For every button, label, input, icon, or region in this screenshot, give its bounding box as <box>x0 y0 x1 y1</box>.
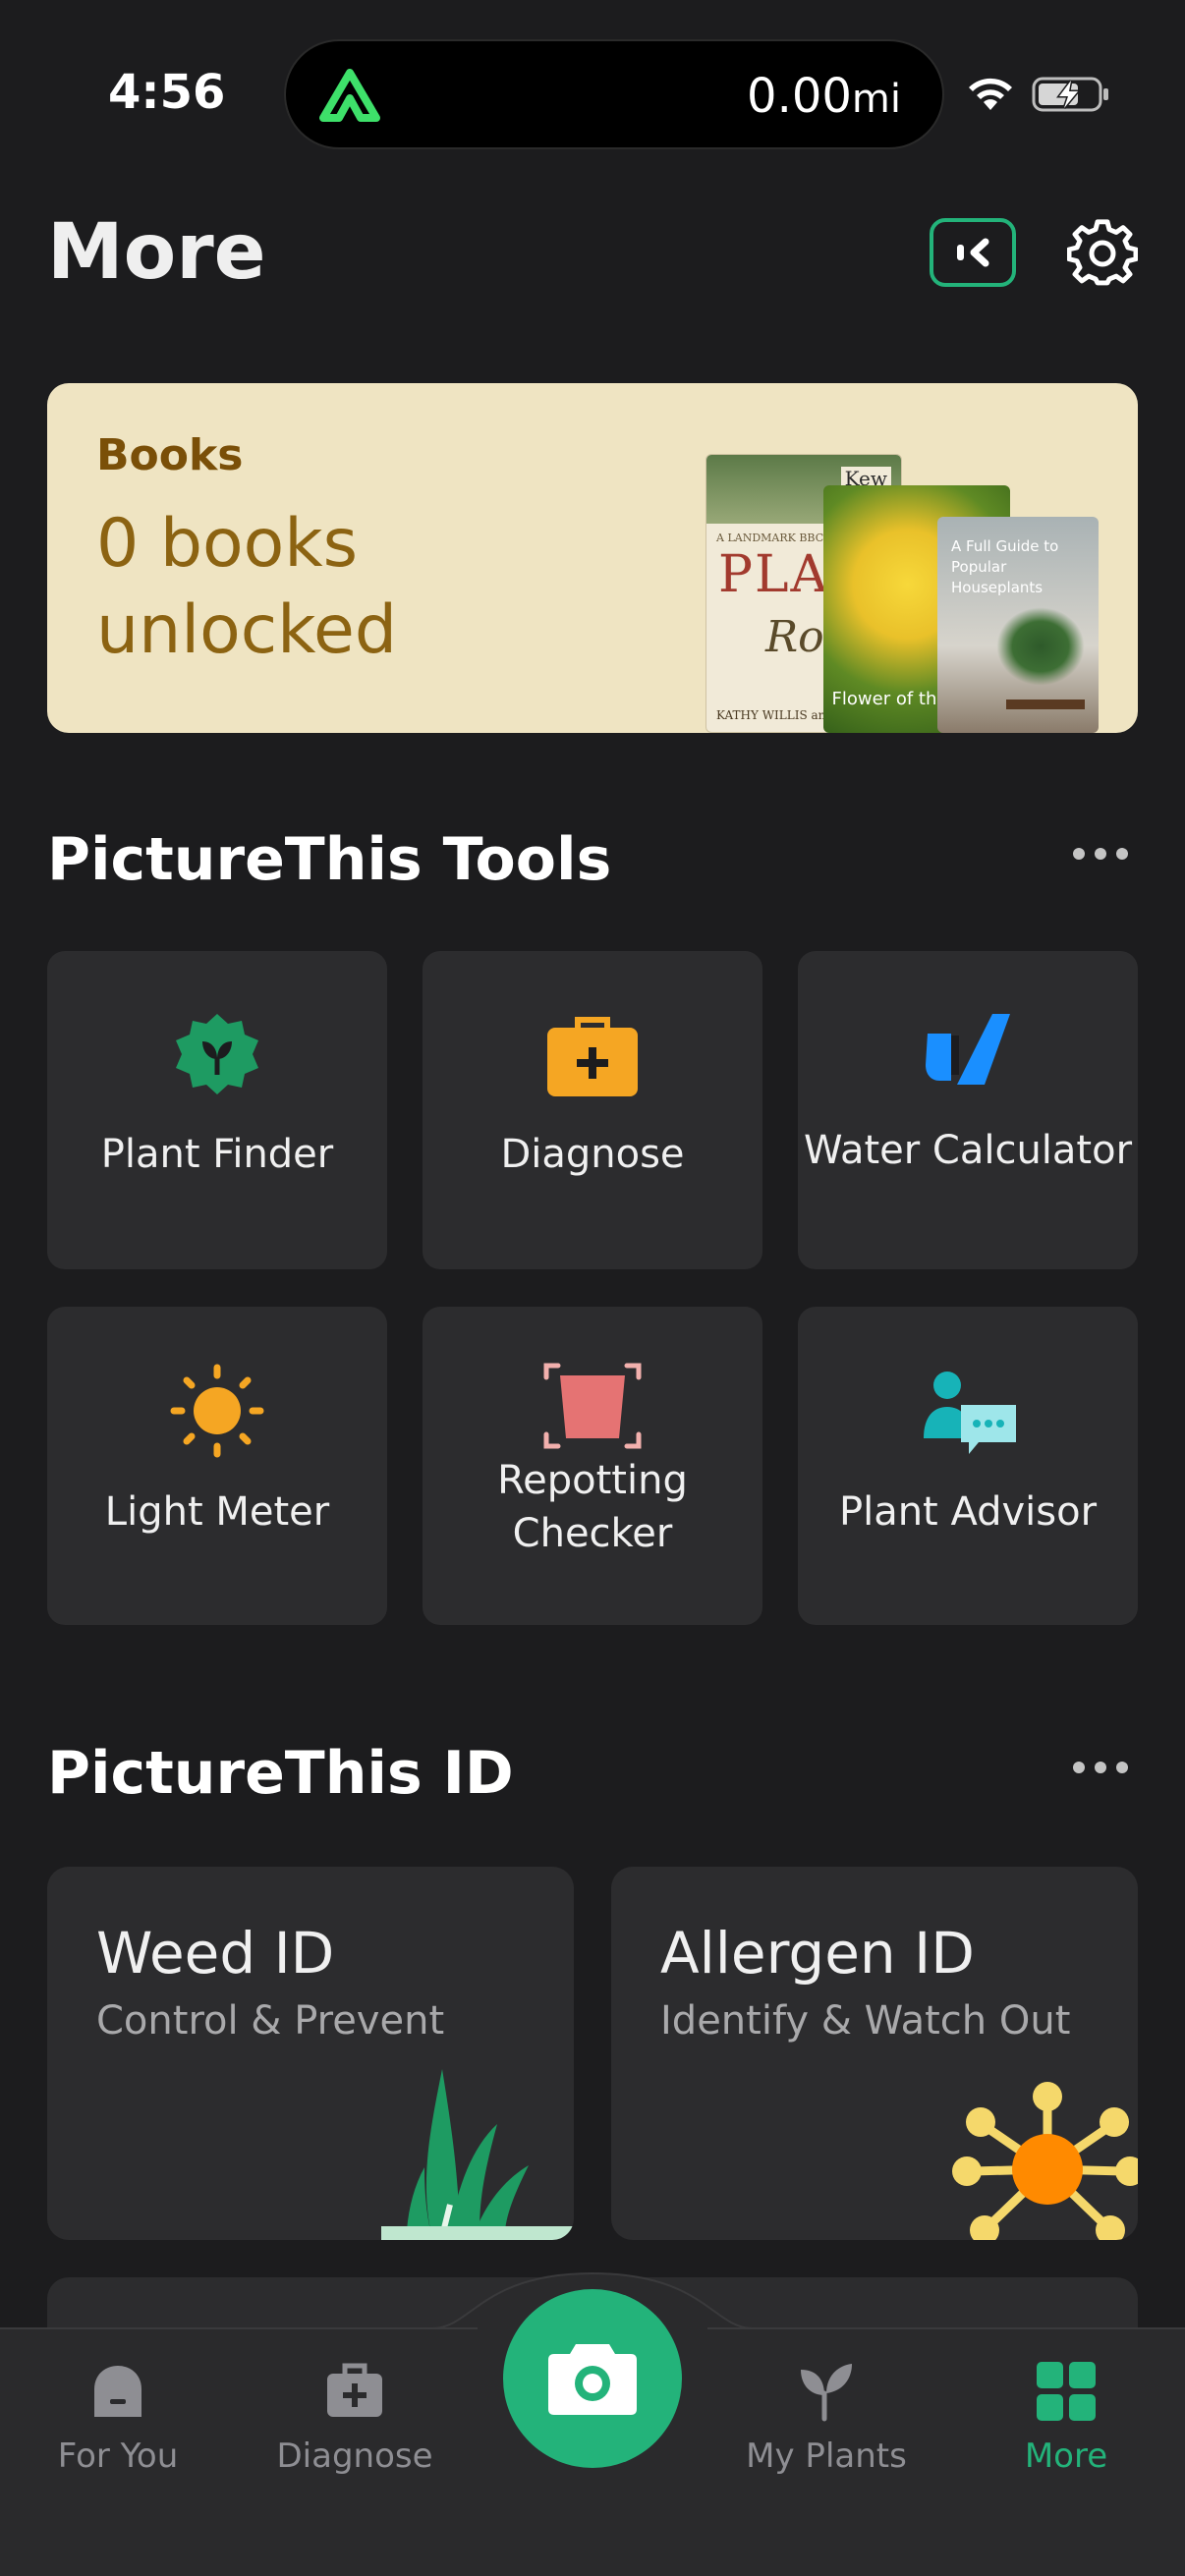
tab-diagnose[interactable]: Diagnose <box>247 2356 463 2484</box>
tools-section-title: PictureThis Tools <box>47 825 612 894</box>
activity-distance: 0.00mi <box>747 69 901 124</box>
tab-my-plants[interactable]: My Plants <box>718 2356 934 2484</box>
page-title: More <box>47 208 266 297</box>
live-activity-island[interactable]: 0.00mi <box>284 39 944 149</box>
tab-bar-divider <box>707 2327 1185 2329</box>
sprout-icon <box>801 2364 852 2422</box>
settings-button[interactable] <box>1066 218 1139 289</box>
dot <box>1095 1762 1106 1773</box>
allergen-id-title: Allergen ID <box>660 1920 975 1987</box>
weed-id-card[interactable]: Weed ID Control & Prevent <box>47 1867 574 2240</box>
id-section-title: PictureThis ID <box>47 1739 514 1808</box>
home-icon <box>94 2366 141 2417</box>
tab-label: More <box>1024 2436 1108 2476</box>
houseplant-image <box>996 607 1085 686</box>
tool-label: Light Meter <box>104 1489 330 1535</box>
tool-diagnose[interactable]: Diagnose <box>423 951 762 1269</box>
plant-finder-icon <box>176 1014 258 1094</box>
status-time: 4:56 <box>108 65 226 120</box>
scan-icon <box>957 238 989 267</box>
gear-icon <box>1066 219 1139 286</box>
book-title: A Full Guide to Popular Houseplants <box>951 537 1059 596</box>
sun-icon <box>170 1364 264 1458</box>
dot <box>1073 1762 1085 1773</box>
books-count: 0 books unlocked <box>96 505 398 669</box>
book-cover-houseplants: A Full Guide to Popular Houseplants <box>937 517 1099 733</box>
battery-charging-icon <box>1032 77 1108 112</box>
tool-plant-finder[interactable]: Plant Finder <box>47 951 387 1269</box>
activity-distance-value: 0.00 <box>747 69 852 124</box>
weed-grass-icon <box>381 2069 574 2240</box>
allergen-id-card[interactable]: Allergen ID Identify & Watch Out <box>611 1867 1138 2240</box>
activity-app-logo-icon <box>319 69 380 122</box>
table-image <box>1006 700 1085 709</box>
pollen-icon <box>952 2082 1138 2240</box>
weed-id-title: Weed ID <box>96 1920 335 1987</box>
books-label: Books <box>96 430 244 480</box>
tab-for-you[interactable]: For You <box>10 2356 226 2484</box>
camera-button[interactable] <box>503 2289 682 2468</box>
wifi-icon <box>969 78 1012 110</box>
scan-button[interactable] <box>930 218 1016 287</box>
tool-light-meter[interactable]: Light Meter <box>47 1307 387 1625</box>
tool-label: Plant Finder <box>100 1132 334 1177</box>
tool-label: Diagnose <box>500 1132 685 1177</box>
advisor-chat-icon <box>924 1372 1016 1454</box>
dot <box>1073 848 1085 860</box>
tab-bar-divider <box>0 2327 478 2329</box>
activity-distance-unit: mi <box>851 77 901 122</box>
tool-repotting-checker[interactable]: Repotting Checker <box>423 1307 762 1625</box>
tool-label: Water Calculator <box>803 1128 1133 1173</box>
grid-icon <box>1037 2362 1096 2421</box>
medkit-icon <box>327 2363 382 2417</box>
pot-icon <box>543 1363 642 1449</box>
water-drop-icon <box>926 1014 1010 1085</box>
camera-icon <box>548 2344 637 2415</box>
tab-label: Diagnose <box>276 2436 433 2476</box>
tab-label: My Plants <box>746 2436 907 2476</box>
tab-label: For You <box>57 2436 179 2476</box>
tool-label: Plant Advisor <box>838 1489 1098 1535</box>
dot <box>1095 848 1106 860</box>
weed-id-subtitle: Control & Prevent <box>96 1998 445 2044</box>
tool-water-calculator[interactable]: Water Calculator <box>798 951 1138 1269</box>
dot <box>1116 848 1128 860</box>
books-card[interactable]: Books 0 books unlocked Kew A LANDMARK BB… <box>47 383 1138 733</box>
tab-more[interactable]: More <box>958 2356 1174 2484</box>
tool-plant-advisor[interactable]: Plant Advisor <box>798 1307 1138 1625</box>
tool-label: Repotting Checker <box>497 1458 688 1556</box>
tools-more-button[interactable] <box>1069 843 1132 863</box>
dot <box>1116 1762 1128 1773</box>
allergen-id-subtitle: Identify & Watch Out <box>660 1998 1071 2044</box>
id-more-button[interactable] <box>1069 1757 1132 1776</box>
diagnose-kit-icon <box>547 1017 638 1096</box>
